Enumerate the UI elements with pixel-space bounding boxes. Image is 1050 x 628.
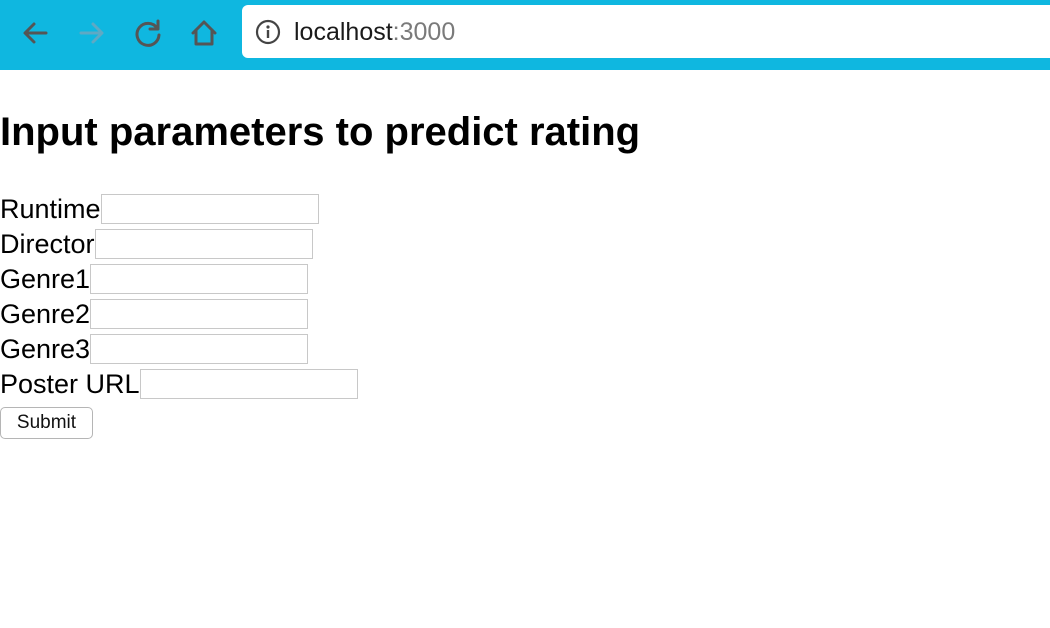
url-port: :3000 xyxy=(392,18,456,46)
genre2-row: Genre2 xyxy=(0,297,309,331)
arrow-right-icon xyxy=(77,18,107,48)
poster-url-label: Poster URL xyxy=(0,369,140,399)
back-button[interactable] xyxy=(18,16,52,50)
url-text: localhost:3000 xyxy=(294,19,455,45)
director-input[interactable] xyxy=(94,229,313,259)
genre3-label: Genre3 xyxy=(0,334,91,364)
address-bar[interactable]: localhost:3000 xyxy=(242,5,1050,58)
poster-url-row: Poster URL xyxy=(0,367,358,401)
page-title: Input parameters to predict rating xyxy=(0,110,641,154)
runtime-label: Runtime xyxy=(0,194,101,224)
browser-toolbar: localhost:3000 xyxy=(0,0,1050,70)
info-icon[interactable] xyxy=(255,19,281,45)
genre1-row: Genre1 xyxy=(0,262,309,296)
home-icon xyxy=(189,18,219,48)
home-button[interactable] xyxy=(187,16,221,50)
genre2-input[interactable] xyxy=(90,299,309,329)
runtime-input[interactable] xyxy=(100,194,319,224)
url-host: localhost xyxy=(294,18,393,46)
reload-button[interactable] xyxy=(131,16,165,50)
genre3-input[interactable] xyxy=(90,334,309,364)
director-row: Director xyxy=(0,227,313,261)
runtime-row: Runtime xyxy=(0,192,319,226)
forward-button[interactable] xyxy=(75,16,109,50)
genre1-input[interactable] xyxy=(90,264,309,294)
genre3-row: Genre3 xyxy=(0,332,309,366)
arrow-left-icon xyxy=(20,18,50,48)
poster-url-input[interactable] xyxy=(139,369,358,399)
reload-icon xyxy=(133,18,163,48)
genre1-label: Genre1 xyxy=(0,264,91,294)
submit-button[interactable]: Submit xyxy=(0,407,93,439)
genre2-label: Genre2 xyxy=(0,299,91,329)
director-label: Director xyxy=(0,229,95,259)
